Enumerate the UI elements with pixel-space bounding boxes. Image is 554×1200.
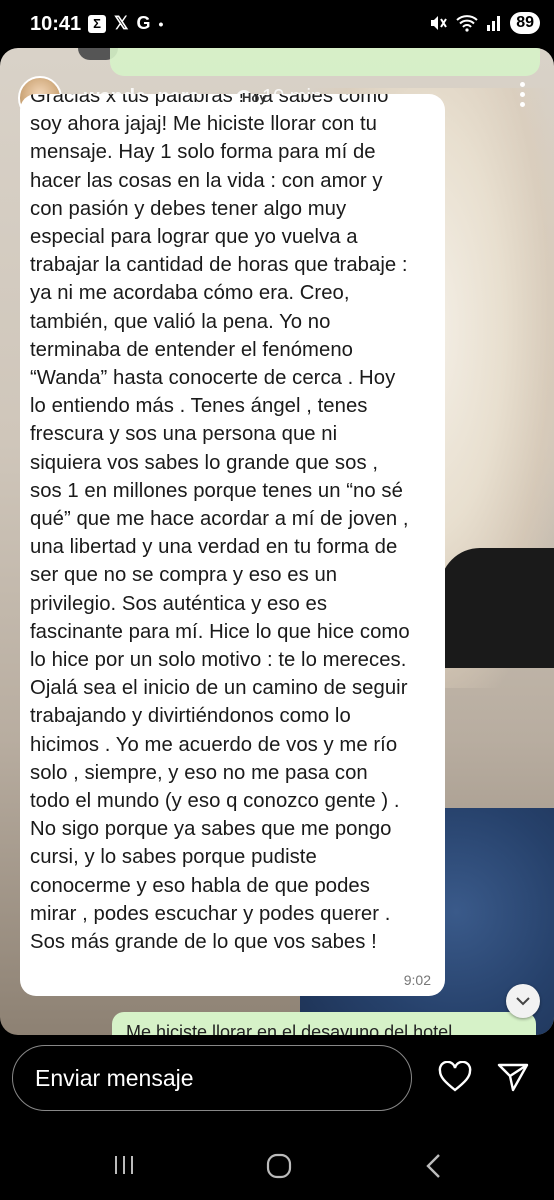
signal-icon [487, 16, 501, 31]
status-time: 10:41 [30, 13, 82, 35]
google-icon: G [136, 13, 151, 33]
status-bar: 10:41 Σ 𝕏 G • 89 [0, 0, 554, 50]
x-app-icon: 𝕏 [114, 13, 129, 33]
system-navigation [0, 1143, 554, 1193]
background-shoulder [440, 548, 554, 668]
battery-indicator: 89 [510, 12, 540, 34]
dot-icon: • [158, 15, 164, 32]
message-time: 9:02 [403, 972, 431, 988]
bottom-bar: Enviar mensaje [0, 1035, 554, 1200]
recent-apps-icon[interactable] [112, 1153, 136, 1177]
wifi-icon [456, 15, 478, 32]
scroll-down-button[interactable] [506, 984, 540, 1018]
send-message-input[interactable]: Enviar mensaje [12, 1045, 412, 1111]
heart-icon[interactable] [438, 1061, 472, 1093]
sigma-app-icon: Σ [88, 14, 106, 33]
chevron-down-icon [516, 997, 530, 1006]
more-options-icon[interactable] [520, 82, 526, 107]
mute-icon [431, 16, 448, 30]
status-right: 89 [428, 12, 540, 34]
send-message-placeholder: Enviar mensaje [35, 1065, 194, 1091]
message-day-label: Hoy [242, 90, 267, 105]
notification-icons: Σ 𝕏 G • [88, 13, 163, 34]
message-bubble: Gracias x tus palabras ! Ya sabes cómo s… [20, 94, 445, 996]
home-icon[interactable] [266, 1153, 292, 1179]
send-icon[interactable] [496, 1061, 530, 1093]
back-icon[interactable] [424, 1153, 444, 1179]
message-text: Gracias x tus palabras ! Ya sabes cómo s… [30, 94, 410, 954]
